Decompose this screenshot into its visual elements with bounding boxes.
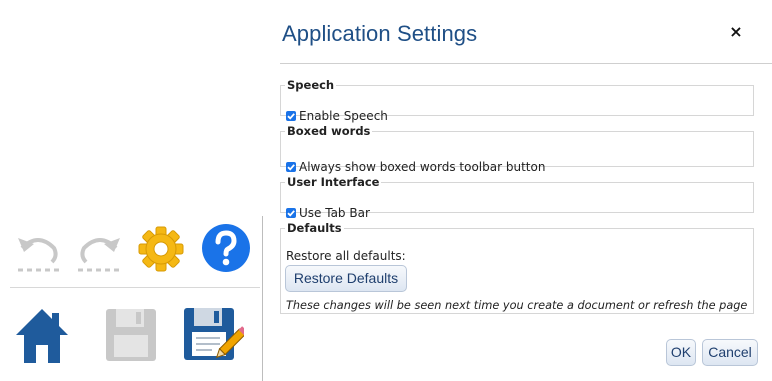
toolbar-row-divider xyxy=(10,287,260,288)
boxed-words-checkbox[interactable] xyxy=(286,162,296,172)
enable-speech-option[interactable]: Enable Speech xyxy=(286,109,388,123)
close-icon: × xyxy=(729,22,743,41)
defaults-group: Defaults Restore all defaults: Restore D… xyxy=(280,221,754,314)
check-icon xyxy=(287,164,295,171)
undo-button[interactable] xyxy=(14,226,64,276)
home-button[interactable] xyxy=(14,305,70,365)
tab-bar-option[interactable]: Use Tab Bar xyxy=(286,206,370,220)
home-icon xyxy=(16,309,68,363)
close-button[interactable]: × xyxy=(726,22,746,42)
redo-icon xyxy=(78,238,120,272)
user-interface-legend: User Interface xyxy=(287,175,380,189)
help-icon xyxy=(202,224,250,272)
save-button[interactable] xyxy=(104,307,158,363)
defaults-legend: Defaults xyxy=(287,221,342,235)
user-interface-group: User Interface Use Tab Bar xyxy=(280,175,754,220)
speech-legend: Speech xyxy=(287,78,335,92)
boxed-words-label: Always show boxed words toolbar button xyxy=(299,160,546,174)
tab-bar-label: Use Tab Bar xyxy=(299,206,370,220)
settings-button[interactable] xyxy=(136,224,186,274)
check-icon xyxy=(287,210,295,217)
undo-icon xyxy=(18,238,60,272)
boxed-words-legend: Boxed words xyxy=(287,124,371,138)
boxed-words-group: Boxed words Always show boxed words tool… xyxy=(280,124,754,174)
boxed-words-option[interactable]: Always show boxed words toolbar button xyxy=(286,160,545,174)
defaults-note: These changes will be seen next time you… xyxy=(286,299,748,312)
settings-dialog: Application Settings × Speech Enable Spe… xyxy=(263,0,772,381)
restore-defaults-button[interactable]: Restore Defaults xyxy=(285,265,407,292)
enable-speech-label: Enable Speech xyxy=(299,109,388,123)
check-icon xyxy=(287,113,295,120)
restore-defaults-text: Restore all defaults: xyxy=(286,249,406,263)
enable-speech-checkbox[interactable] xyxy=(286,111,296,121)
save-as-icon xyxy=(184,308,244,360)
ok-button[interactable]: OK xyxy=(666,339,696,366)
speech-group: Speech Enable Speech xyxy=(280,78,754,123)
tab-bar-checkbox[interactable] xyxy=(286,208,296,218)
gear-icon xyxy=(138,226,184,272)
dialog-title: Application Settings xyxy=(282,21,478,46)
save-as-button[interactable] xyxy=(182,304,244,364)
save-icon xyxy=(106,309,156,361)
cancel-button[interactable]: Cancel xyxy=(702,339,758,366)
redo-button[interactable] xyxy=(74,226,124,276)
title-divider xyxy=(280,63,772,64)
help-button[interactable] xyxy=(200,222,252,274)
